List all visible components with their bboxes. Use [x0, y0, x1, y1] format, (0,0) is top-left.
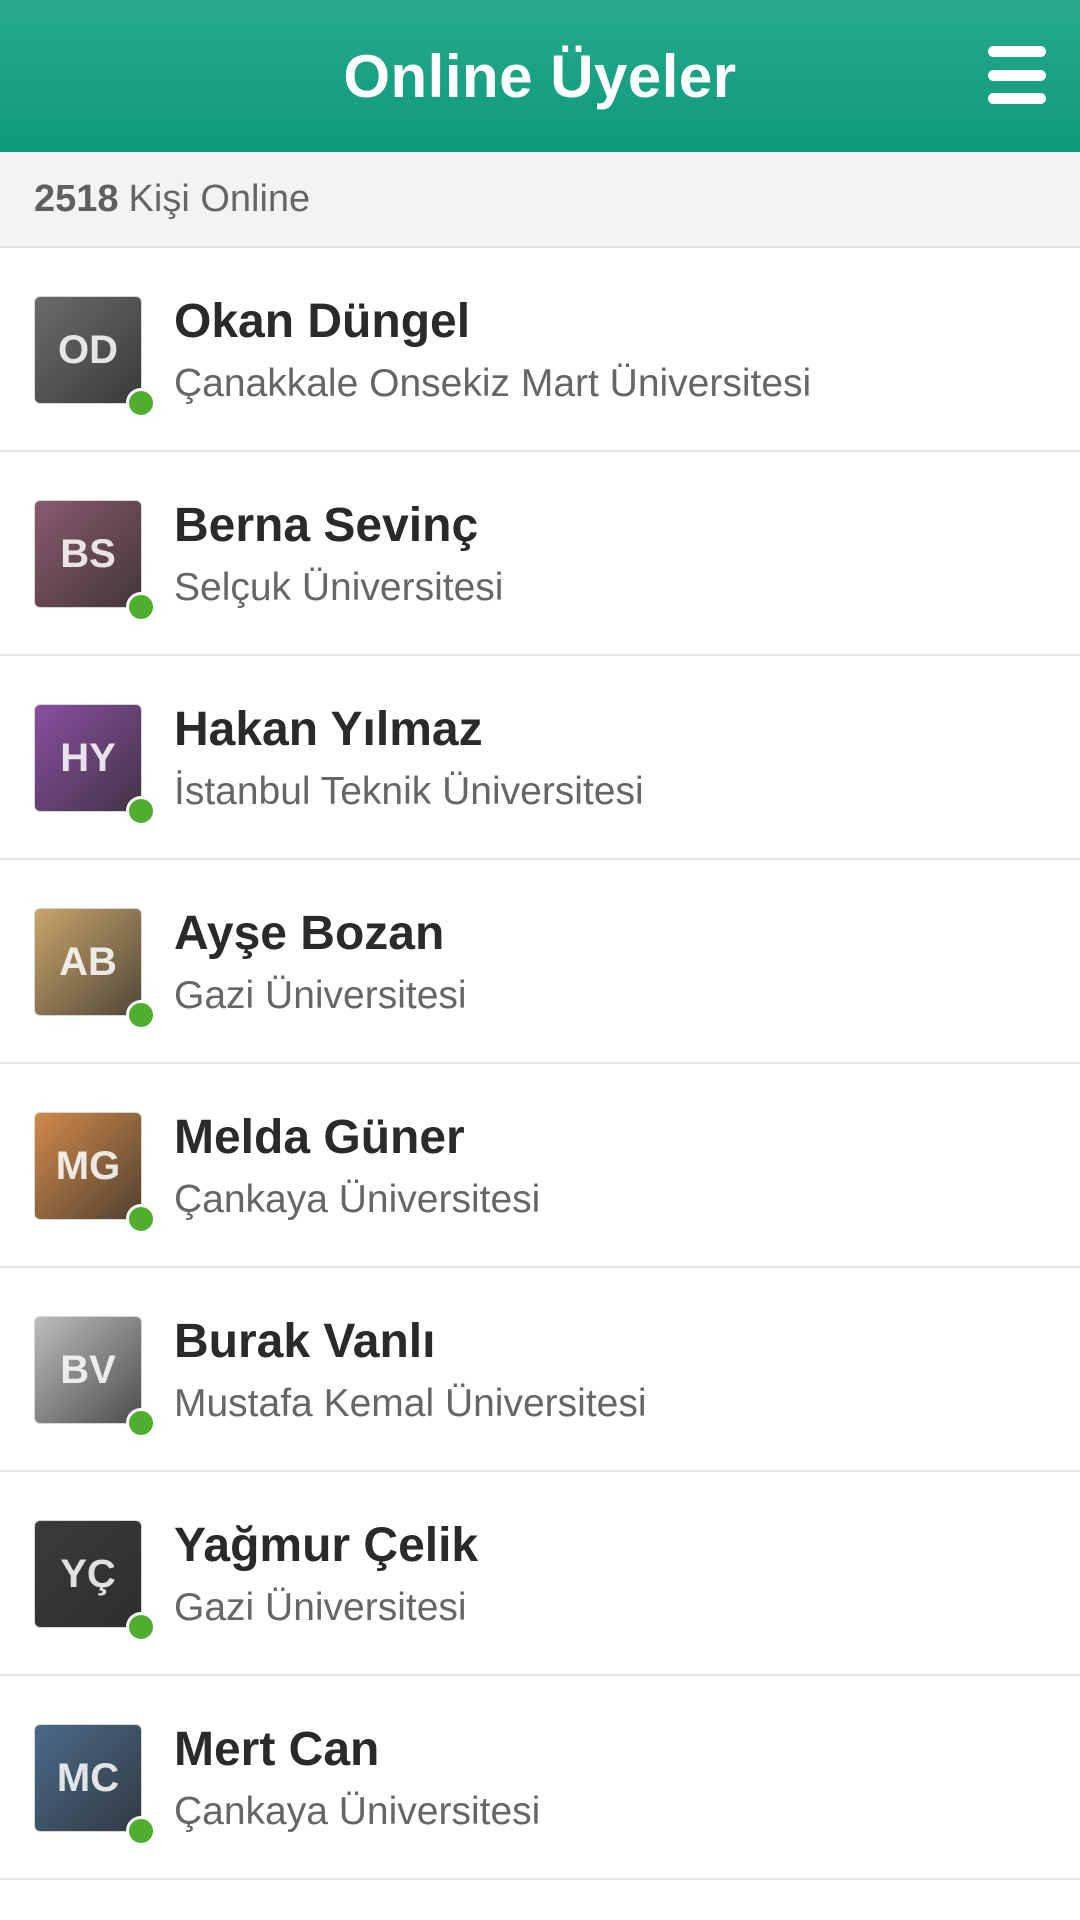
- member-university: Çanakkale Onsekiz Mart Üniversitesi: [174, 362, 812, 405]
- member-university: Selçuk Üniversitesi: [174, 566, 504, 609]
- avatar-initials: OD: [58, 327, 118, 372]
- page-title: Online Üyeler: [343, 42, 737, 110]
- online-status-dot-icon: [126, 796, 156, 826]
- avatar-initials: AB: [59, 939, 117, 984]
- avatar-image: MC: [34, 1724, 142, 1832]
- member-university: Gazi Üniversitesi: [174, 1586, 467, 1629]
- member-university: Gazi Üniversitesi: [174, 974, 467, 1017]
- member-row[interactable]: BV Burak Vanlı Mustafa Kemal Üniversites…: [0, 1268, 1080, 1472]
- member-name: Okan Düngel: [174, 295, 471, 348]
- member-university: Mustafa Kemal Üniversitesi: [174, 1382, 647, 1425]
- avatar-image: BV: [34, 1316, 142, 1424]
- member-row[interactable]: MG Melda Güner Çankaya Üniversitesi: [0, 1064, 1080, 1268]
- member-row[interactable]: HY Hakan Yılmaz İstanbul Teknik Üniversi…: [0, 656, 1080, 860]
- member-name: Mert Can: [174, 1723, 380, 1776]
- avatar: BV: [34, 1316, 156, 1438]
- avatar-initials: YÇ: [60, 1551, 116, 1596]
- avatar-image: MG: [34, 1112, 142, 1220]
- avatar: BS: [34, 500, 156, 622]
- menu-bar: [988, 46, 1046, 57]
- online-status-dot-icon: [126, 1000, 156, 1030]
- menu-bar: [988, 69, 1046, 81]
- member-name: Yağmur Çelik: [174, 1519, 479, 1572]
- online-status-dot-icon: [126, 1204, 156, 1234]
- avatar-initials: HY: [60, 735, 116, 780]
- member-row[interactable]: BS Berna Sevinç Selçuk Üniversitesi: [0, 452, 1080, 656]
- member-list: OD Okan Düngel Çanakkale Onsekiz Mart Ün…: [0, 248, 1080, 1880]
- app-header: Online Üyeler: [0, 0, 1080, 152]
- member-university: Çankaya Üniversitesi: [174, 1178, 541, 1221]
- member-name: Ayşe Bozan: [174, 907, 445, 960]
- avatar: OD: [34, 296, 156, 418]
- member-university: İstanbul Teknik Üniversitesi: [174, 770, 644, 813]
- online-count: 2518: [34, 177, 119, 220]
- member-university: Çankaya Üniversitesi: [174, 1790, 541, 1833]
- menu-bar: [988, 93, 1046, 104]
- avatar-image: BS: [34, 500, 142, 608]
- member-row[interactable]: AB Ayşe Bozan Gazi Üniversitesi: [0, 860, 1080, 1064]
- avatar-image: HY: [34, 704, 142, 812]
- online-status-dot-icon: [126, 1816, 156, 1846]
- member-name: Hakan Yılmaz: [174, 703, 483, 756]
- avatar-initials: MG: [55, 1143, 121, 1188]
- avatar: YÇ: [34, 1520, 156, 1642]
- member-row[interactable]: MC Mert Can Çankaya Üniversitesi: [0, 1676, 1080, 1880]
- member-name: Berna Sevinç: [174, 499, 479, 552]
- online-status-dot-icon: [126, 1612, 156, 1642]
- member-name: Burak Vanlı: [174, 1315, 436, 1368]
- avatar-image: AB: [34, 908, 142, 1016]
- hamburger-menu-icon[interactable]: [988, 46, 1046, 104]
- avatar: MG: [34, 1112, 156, 1234]
- online-status-dot-icon: [126, 388, 156, 418]
- online-status-dot-icon: [126, 1408, 156, 1438]
- avatar-image: OD: [34, 296, 142, 404]
- avatar: MC: [34, 1724, 156, 1846]
- avatar: HY: [34, 704, 156, 826]
- avatar-image: YÇ: [34, 1520, 142, 1628]
- member-row[interactable]: YÇ Yağmur Çelik Gazi Üniversitesi: [0, 1472, 1080, 1676]
- member-name: Melda Güner: [174, 1111, 465, 1164]
- avatar: AB: [34, 908, 156, 1030]
- avatar-initials: BV: [60, 1347, 116, 1392]
- avatar-initials: MC: [56, 1755, 120, 1800]
- online-count-bar: 2518 Kişi Online: [0, 152, 1080, 248]
- online-label: Kişi Online: [128, 177, 311, 220]
- member-row[interactable]: OD Okan Düngel Çanakkale Onsekiz Mart Ün…: [0, 248, 1080, 452]
- avatar-initials: BS: [60, 531, 116, 576]
- online-status-dot-icon: [126, 592, 156, 622]
